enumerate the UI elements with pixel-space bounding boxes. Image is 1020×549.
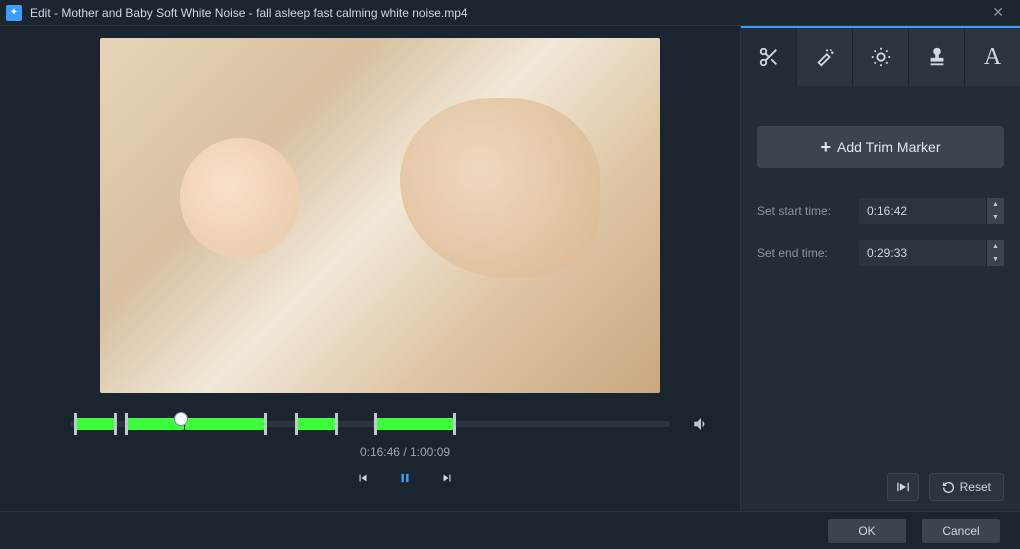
tab-adjust[interactable] — [853, 28, 909, 86]
secondary-actions: Reset — [741, 473, 1020, 501]
reset-button[interactable]: Reset — [929, 473, 1004, 501]
titlebar: ✦ Edit - Mother and Baby Soft White Nois… — [0, 0, 1020, 26]
play-controls — [100, 471, 710, 485]
video-preview[interactable] — [100, 38, 660, 393]
play-bracket-icon — [896, 481, 910, 493]
spinner-up[interactable]: ▲ — [987, 240, 1004, 253]
playhead[interactable] — [174, 412, 188, 426]
ok-button[interactable]: OK — [828, 519, 906, 543]
stamp-icon — [926, 46, 948, 68]
trim-segment[interactable] — [74, 418, 114, 430]
start-time-row: Set start time: 0:16:42 ▲ ▼ — [757, 198, 1004, 224]
title-filename: Mother and Baby Soft White Noise - fall … — [61, 6, 467, 20]
total-time: 1:00:09 — [410, 445, 450, 459]
next-frame-button[interactable] — [440, 471, 454, 485]
footer: OK Cancel — [0, 511, 1020, 549]
trim-marker[interactable] — [125, 413, 128, 435]
end-time-value: 0:29:33 — [859, 246, 915, 260]
pause-button[interactable] — [398, 471, 412, 485]
trim-marker[interactable] — [264, 413, 267, 435]
trim-segment[interactable] — [374, 418, 453, 430]
trim-panel: + Add Trim Marker Set start time: 0:16:4… — [741, 86, 1020, 473]
window-title: Edit - Mother and Baby Soft White Noise … — [30, 6, 982, 20]
volume-icon[interactable] — [692, 415, 710, 433]
brightness-icon — [870, 46, 892, 68]
timeline[interactable] — [70, 415, 710, 435]
trim-marker[interactable] — [453, 413, 456, 435]
tab-effects[interactable] — [797, 28, 853, 86]
current-time: 0:16:46 — [360, 445, 400, 459]
trim-marker[interactable] — [114, 413, 117, 435]
magic-wand-icon — [814, 46, 836, 68]
spinner-down[interactable]: ▼ — [987, 253, 1004, 266]
add-trim-marker-button[interactable]: + Add Trim Marker — [757, 126, 1004, 168]
time-display: 0:16:46 / 1:00:09 — [100, 445, 710, 459]
trim-segment[interactable] — [295, 418, 335, 430]
reset-label: Reset — [960, 480, 991, 494]
end-time-spinner: ▲ ▼ — [986, 240, 1004, 266]
trim-marker[interactable] — [374, 413, 377, 435]
spinner-up[interactable]: ▲ — [987, 198, 1004, 211]
start-time-label: Set start time: — [757, 204, 847, 218]
tool-tabs: A — [741, 26, 1020, 86]
start-time-field[interactable]: 0:16:42 ▲ ▼ — [859, 198, 1004, 224]
app-icon: ✦ — [6, 5, 22, 21]
right-panel: A + Add Trim Marker Set start time: 0:16… — [740, 26, 1020, 511]
play-section-button[interactable] — [887, 473, 919, 501]
text-icon: A — [984, 44, 1001, 71]
trim-marker[interactable] — [74, 413, 77, 435]
main-area: 0:16:46 / 1:00:09 — [0, 26, 1020, 511]
trim-marker[interactable] — [335, 413, 338, 435]
tab-trim[interactable] — [741, 28, 797, 86]
scissors-icon — [758, 46, 780, 68]
tab-text[interactable]: A — [965, 28, 1020, 86]
trim-segment[interactable] — [185, 418, 264, 430]
spinner-down[interactable]: ▼ — [987, 211, 1004, 224]
reset-icon — [942, 481, 955, 494]
tab-watermark[interactable] — [909, 28, 965, 86]
title-prefix: Edit — [30, 6, 51, 20]
end-time-field[interactable]: 0:29:33 ▲ ▼ — [859, 240, 1004, 266]
end-time-label: Set end time: — [757, 246, 847, 260]
start-time-value: 0:16:42 — [859, 204, 915, 218]
plus-icon: + — [821, 137, 832, 158]
start-time-spinner: ▲ ▼ — [986, 198, 1004, 224]
prev-frame-button[interactable] — [356, 471, 370, 485]
cancel-button[interactable]: Cancel — [922, 519, 1000, 543]
close-icon[interactable]: ✕ — [982, 4, 1014, 21]
add-trim-marker-label: Add Trim Marker — [837, 139, 940, 155]
left-panel: 0:16:46 / 1:00:09 — [0, 26, 740, 511]
end-time-row: Set end time: 0:29:33 ▲ ▼ — [757, 240, 1004, 266]
trim-marker[interactable] — [295, 413, 298, 435]
